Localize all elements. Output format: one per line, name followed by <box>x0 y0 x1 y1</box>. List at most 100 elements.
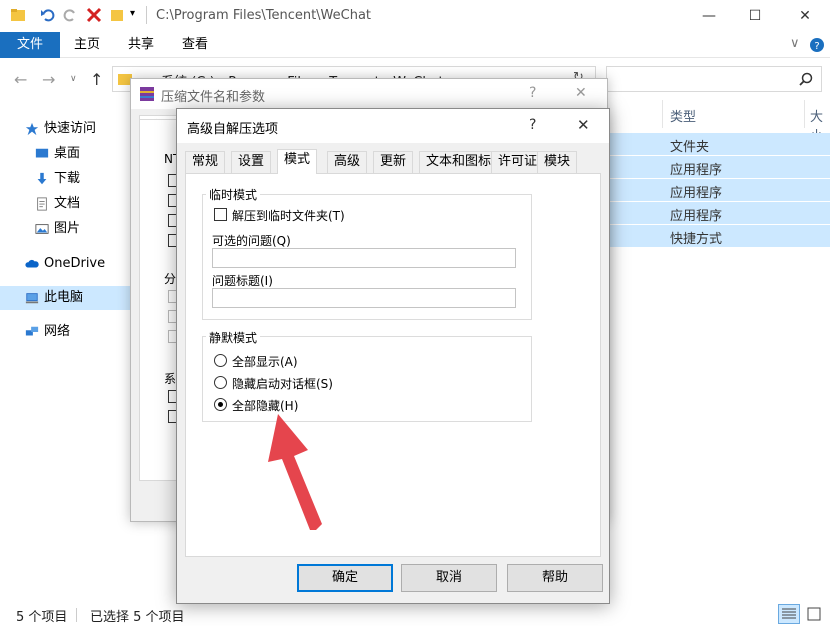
sidebar-item-documents[interactable]: 文档 <box>34 193 80 215</box>
tab-modes[interactable]: 模式 <box>277 149 318 174</box>
sidebar-item-pictures[interactable]: 图片 <box>34 218 80 240</box>
extract-to-temp-checkbox[interactable] <box>214 208 227 221</box>
search-icon <box>799 72 813 86</box>
close-button[interactable]: ✕ <box>577 116 590 134</box>
tab-file[interactable]: 文件 <box>0 32 60 58</box>
redo-icon[interactable] <box>62 7 78 23</box>
large-icons-view-icon[interactable] <box>806 606 822 622</box>
tab-general[interactable]: 常规 <box>185 151 226 173</box>
radio-label: 全部显示(A) <box>232 355 298 369</box>
table-row[interactable]: 文件夹 <box>610 133 830 155</box>
radio-show-all[interactable] <box>214 354 227 367</box>
ok-button[interactable]: 确定 <box>297 564 393 592</box>
tab-text-icon[interactable]: 文本和图标 <box>419 151 499 173</box>
close-button[interactable]: ✕ <box>575 85 587 101</box>
sidebar-item-onedrive[interactable]: OneDrive <box>24 253 105 275</box>
back-arrow-icon[interactable]: ← <box>14 70 27 89</box>
group-label: 静默模式 <box>206 329 261 346</box>
network-icon <box>25 326 39 335</box>
sidebar-item-label: 桌面 <box>54 146 81 161</box>
undo-icon[interactable] <box>40 7 56 23</box>
explorer-title-bar: ▾ C:\Program Files\Tencent\WeChat — ☐ ✕ <box>0 0 830 32</box>
radio-label: 隐藏启动对话框(S) <box>232 377 333 391</box>
window-title: C:\Program Files\Tencent\WeChat <box>156 8 372 23</box>
table-row[interactable]: 应用程序 <box>610 202 830 224</box>
minimize-button[interactable]: — <box>686 4 732 28</box>
up-arrow-icon[interactable]: ↑ <box>90 70 103 89</box>
selected-count: 已选择 5 个项目 <box>90 610 185 625</box>
column-header-type[interactable]: 类型 <box>670 106 696 125</box>
help-button[interactable]: ? <box>529 117 536 133</box>
sidebar-item-label: 网络 <box>44 324 71 339</box>
close-window-button[interactable]: ✕ <box>782 4 828 28</box>
sidebar-item-downloads[interactable]: 下载 <box>34 168 80 190</box>
question-title-field[interactable] <box>212 288 516 308</box>
desktop-icon <box>35 148 49 157</box>
cancel-button[interactable]: 取消 <box>401 564 497 592</box>
dialog-title: 高级自解压选项 <box>187 122 279 137</box>
field-label: 问题标题(I) <box>212 274 273 288</box>
status-divider <box>76 608 77 622</box>
file-type-cell: 应用程序 <box>670 209 723 224</box>
winrar-icon <box>140 87 154 101</box>
file-type-cell: 应用程序 <box>670 163 723 178</box>
tab-panel-modes: 临时模式 解压到临时文件夹(T) 可选的问题(Q) 问题标题(I) 静默模式 全… <box>185 173 601 557</box>
sidebar-item-label: 文档 <box>54 196 81 211</box>
table-row[interactable]: 应用程序 <box>610 156 830 178</box>
sidebar-item-desktop[interactable]: 桌面 <box>34 143 80 165</box>
picture-icon <box>35 223 49 234</box>
dialog-title: 压缩文件名和参数 <box>161 90 266 105</box>
maximize-button[interactable]: ☐ <box>732 4 778 28</box>
star-icon <box>25 122 39 135</box>
dialog-title-bar: 压缩文件名和参数 ? ✕ <box>131 79 607 109</box>
checkbox-label: 解压到临时文件夹(T) <box>232 209 345 223</box>
folder-icon <box>11 9 25 21</box>
customize-quick-access-icon[interactable]: ▾ <box>130 8 135 19</box>
help-icon[interactable]: ? <box>810 38 824 52</box>
file-type-cell: 快捷方式 <box>670 232 723 247</box>
forward-arrow-icon[interactable]: → <box>42 70 55 89</box>
tab-advanced[interactable]: 高级 <box>327 151 368 173</box>
sidebar-item-this-pc[interactable]: 此电脑 <box>24 287 83 309</box>
column-headers: 类型 大小 <box>610 100 830 144</box>
details-view-icon[interactable] <box>778 604 800 624</box>
section-label: 系 <box>164 372 177 386</box>
tab-modules[interactable]: 模块 <box>537 151 578 173</box>
delete-icon[interactable] <box>86 7 102 23</box>
sidebar-item-label: 快速访问 <box>44 121 97 136</box>
tab-setup[interactable]: 设置 <box>231 151 272 173</box>
tab-home[interactable]: 主页 <box>60 32 114 58</box>
cloud-icon <box>25 259 39 267</box>
radio-hide-all[interactable] <box>214 398 227 411</box>
tab-view[interactable]: 查看 <box>168 32 222 58</box>
radio-hide-start-dialog[interactable] <box>214 376 227 389</box>
ribbon-tabs: 文件 主页 共享 查看 ∨ ? <box>0 32 830 58</box>
sidebar-item-label: 图片 <box>54 221 81 236</box>
sidebar-item-label: OneDrive <box>44 256 106 271</box>
optional-question-field[interactable] <box>212 248 516 268</box>
search-input[interactable] <box>606 66 822 92</box>
download-icon <box>37 172 47 184</box>
file-type-cell: 文件夹 <box>670 140 710 155</box>
table-row[interactable]: 应用程序 <box>610 179 830 201</box>
column-divider <box>662 100 663 128</box>
file-type-cell: 应用程序 <box>670 186 723 201</box>
table-row[interactable]: 快捷方式 <box>610 225 830 247</box>
item-count: 5 个项目 <box>16 610 68 625</box>
sidebar-item-network[interactable]: 网络 <box>24 321 70 343</box>
sidebar-item-label: 此电脑 <box>44 290 84 305</box>
tab-share[interactable]: 共享 <box>114 32 168 58</box>
group-label: 临时模式 <box>206 186 261 203</box>
recent-locations-icon[interactable]: ∨ <box>70 74 77 84</box>
dialog-title-bar: 高级自解压选项 ? ✕ <box>177 109 609 143</box>
help-button[interactable]: ? <box>529 85 536 101</box>
tab-update[interactable]: 更新 <box>373 151 414 173</box>
sidebar-item-quick-access[interactable]: 快速访问 <box>24 118 96 140</box>
chevron-down-icon[interactable]: ∨ <box>790 36 800 51</box>
help-button-bottom[interactable]: 帮助 <box>507 564 603 592</box>
annotation-arrow-icon <box>268 414 322 530</box>
new-folder-icon[interactable] <box>110 7 126 23</box>
document-icon <box>37 196 47 211</box>
title-divider <box>146 6 147 24</box>
sidebar-item-label: 下载 <box>54 171 81 186</box>
